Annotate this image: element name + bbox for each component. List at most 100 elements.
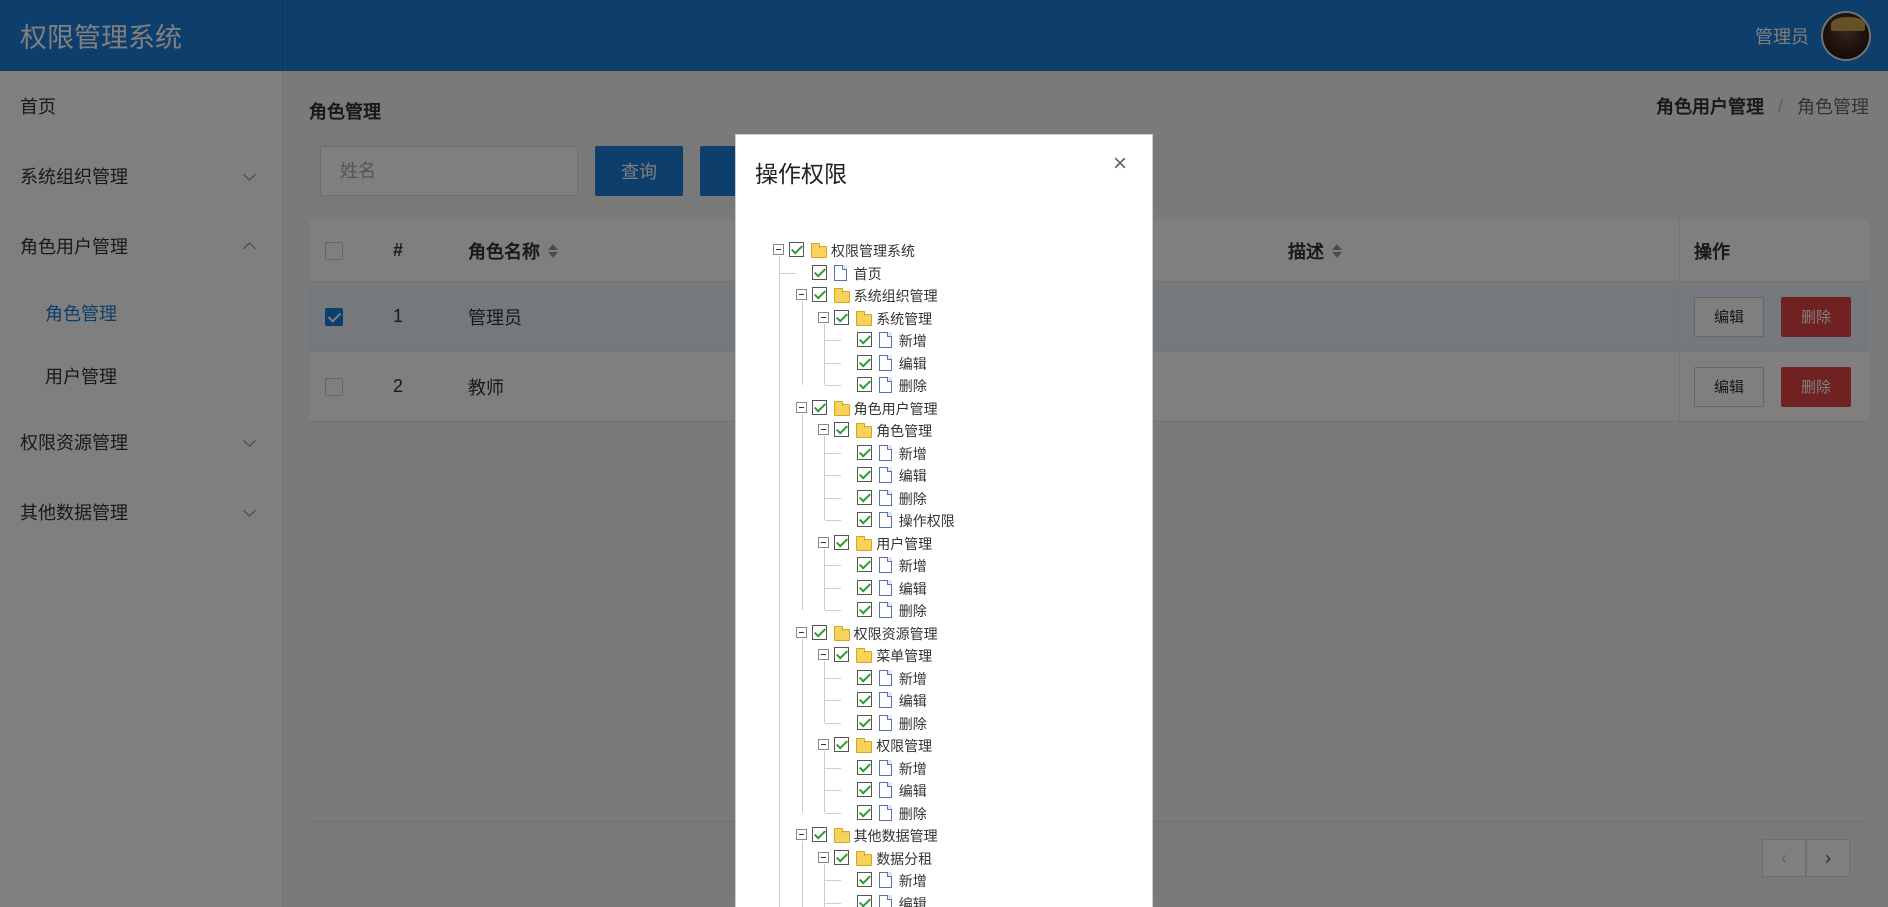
tree-guide-line bbox=[824, 812, 841, 814]
tree-checkbox[interactable] bbox=[856, 489, 872, 505]
tree-collapse-icon[interactable] bbox=[773, 244, 784, 255]
tree-collapse-icon[interactable] bbox=[795, 829, 807, 840]
tree-guide-line bbox=[824, 497, 841, 499]
tree-node-label[interactable]: 新增 bbox=[899, 331, 927, 351]
tree-node-label[interactable]: 菜单管理 bbox=[876, 646, 932, 666]
file-icon bbox=[878, 489, 892, 506]
tree-node-label[interactable]: 新增 bbox=[899, 669, 927, 689]
tree-checkbox[interactable] bbox=[856, 467, 872, 482]
file-icon bbox=[878, 332, 892, 348]
tree-checkbox[interactable] bbox=[856, 782, 872, 797]
tree-collapse-icon[interactable] bbox=[795, 289, 807, 300]
folder-icon bbox=[833, 400, 850, 416]
tree-node-label[interactable]: 新增 bbox=[899, 444, 927, 464]
tree-node-label[interactable]: 编辑 bbox=[899, 691, 927, 711]
tree-node-label[interactable]: 删除 bbox=[899, 489, 927, 509]
tree-checkbox[interactable] bbox=[856, 692, 872, 707]
tree-guide-line bbox=[824, 323, 826, 385]
tree-node-label[interactable]: 首页 bbox=[854, 264, 882, 284]
close-icon[interactable]: × bbox=[1108, 152, 1132, 177]
tree-checkbox[interactable] bbox=[856, 354, 872, 370]
tree-node-label[interactable]: 权限资源管理 bbox=[854, 624, 938, 644]
tree-checkbox[interactable] bbox=[856, 669, 872, 685]
tree-node-label[interactable]: 删除 bbox=[899, 376, 927, 396]
tree-node-label[interactable]: 系统管理 bbox=[876, 309, 932, 329]
folder-icon bbox=[833, 625, 850, 641]
permission-modal: 操作权限 × 权限管理系统 首页 系统组织管理 系统管理 新增 编辑 删除 角色用户管理 角色管… bbox=[735, 134, 1153, 907]
tree-checkbox[interactable] bbox=[789, 242, 804, 257]
tree-node-label[interactable]: 新增 bbox=[899, 759, 927, 779]
tree-guide-line bbox=[824, 751, 826, 813]
tree-checkbox[interactable] bbox=[834, 849, 850, 865]
tree-guide-line bbox=[824, 661, 826, 723]
tree-checkbox[interactable] bbox=[811, 624, 827, 640]
tree-node-label[interactable]: 编辑 bbox=[899, 579, 927, 599]
tree-node-label[interactable]: 其他数据管理 bbox=[854, 826, 938, 846]
tree-guide-line bbox=[824, 610, 841, 611]
tree-checkbox[interactable] bbox=[856, 377, 872, 392]
tree-checkbox[interactable] bbox=[856, 872, 872, 887]
tree-checkbox[interactable] bbox=[856, 602, 872, 617]
tree-checkbox[interactable] bbox=[856, 332, 872, 347]
tree-checkbox[interactable] bbox=[811, 399, 827, 415]
tree-guide-line bbox=[824, 863, 826, 907]
folder-icon bbox=[856, 535, 873, 551]
folder-icon bbox=[856, 423, 873, 438]
tree-node-label[interactable]: 编辑 bbox=[899, 781, 927, 801]
tree-checkbox[interactable] bbox=[856, 759, 872, 775]
tree-checkbox[interactable] bbox=[856, 894, 872, 907]
tree-node-label[interactable]: 编辑 bbox=[899, 466, 927, 486]
tree-checkbox[interactable] bbox=[856, 557, 872, 572]
tree-node-label[interactable]: 数据分租 bbox=[876, 849, 932, 869]
tree-guide-line bbox=[824, 587, 841, 589]
tree-guide-line bbox=[801, 413, 803, 610]
tree-collapse-icon[interactable] bbox=[818, 536, 830, 548]
tree-checkbox[interactable] bbox=[834, 737, 850, 752]
tree-guide-line bbox=[801, 301, 803, 385]
tree-collapse-icon[interactable] bbox=[795, 401, 807, 413]
tree-guide-line bbox=[824, 722, 841, 724]
tree-guide-line bbox=[824, 880, 841, 881]
tree-node-label[interactable]: 编辑 bbox=[899, 894, 927, 907]
tree-node-label[interactable]: 角色用户管理 bbox=[854, 399, 938, 419]
tree-node-label[interactable]: 删除 bbox=[899, 804, 927, 824]
tree-node-label[interactable]: 操作权限 bbox=[899, 511, 955, 531]
tree-collapse-icon[interactable] bbox=[818, 739, 830, 750]
tree-checkbox[interactable] bbox=[811, 264, 827, 280]
tree-checkbox[interactable] bbox=[856, 579, 872, 595]
tree-node-label[interactable]: 权限管理系统 bbox=[831, 241, 915, 261]
tree-collapse-icon[interactable] bbox=[818, 649, 830, 660]
tree-collapse-icon[interactable] bbox=[818, 424, 830, 435]
tree-checkbox[interactable] bbox=[856, 714, 872, 730]
tree-collapse-icon[interactable] bbox=[818, 311, 830, 323]
tree-checkbox[interactable] bbox=[811, 827, 827, 842]
tree-node-label[interactable]: 用户管理 bbox=[876, 534, 932, 554]
tree-checkbox[interactable] bbox=[856, 804, 872, 820]
folder-icon bbox=[856, 648, 873, 663]
tree-node-label[interactable]: 新增 bbox=[899, 556, 927, 576]
tree-node-label[interactable]: 角色管理 bbox=[876, 421, 932, 441]
file-icon bbox=[878, 444, 892, 461]
tree-node-label[interactable]: 编辑 bbox=[899, 354, 927, 374]
tree-collapse-icon[interactable] bbox=[795, 626, 807, 638]
tree-guide-line bbox=[824, 340, 841, 341]
tree-guide-line bbox=[824, 767, 841, 769]
tree-node-label[interactable]: 删除 bbox=[899, 601, 927, 621]
tree-guide-line bbox=[824, 475, 841, 476]
tree-checkbox[interactable] bbox=[856, 512, 872, 527]
folder-icon bbox=[856, 850, 873, 866]
tree-checkbox[interactable] bbox=[834, 647, 850, 662]
tree-checkbox[interactable] bbox=[834, 309, 850, 325]
file-icon bbox=[878, 759, 892, 776]
tree-checkbox[interactable] bbox=[856, 444, 872, 460]
file-icon bbox=[878, 669, 892, 686]
tree-checkbox[interactable] bbox=[811, 287, 827, 302]
folder-icon bbox=[856, 310, 873, 326]
tree-node-label[interactable]: 新增 bbox=[899, 871, 927, 891]
tree-node-label[interactable]: 权限管理 bbox=[876, 736, 932, 756]
tree-node-label[interactable]: 系统组织管理 bbox=[854, 286, 938, 306]
tree-checkbox[interactable] bbox=[834, 422, 850, 437]
tree-node-label[interactable]: 删除 bbox=[899, 714, 927, 734]
tree-checkbox[interactable] bbox=[834, 534, 850, 550]
tree-collapse-icon[interactable] bbox=[818, 851, 830, 863]
